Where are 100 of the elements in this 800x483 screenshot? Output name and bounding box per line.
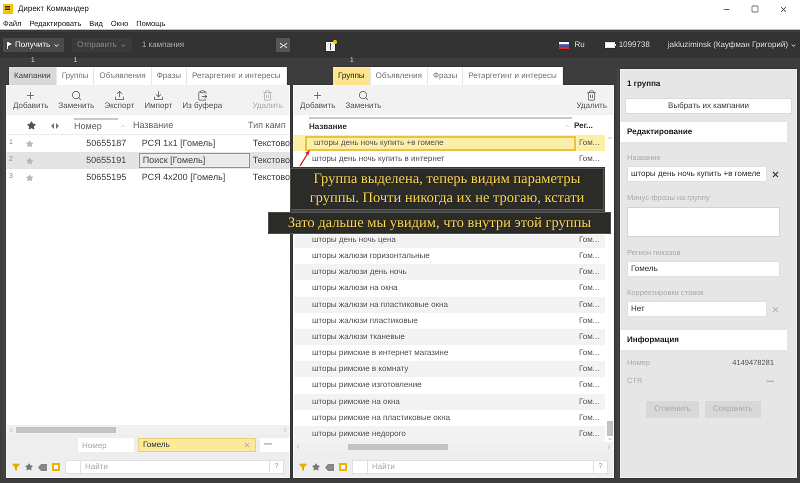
search-icon [358,90,369,100]
star-icon[interactable] [26,174,34,182]
scroll-thumb[interactable] [606,421,612,436]
vertical-scrollbar[interactable] [605,135,614,442]
toolbar-button[interactable]: Импорт [139,90,178,110]
table-cell: Гом... [579,137,600,150]
table-cell-text: Текстово [252,136,290,150]
caption-tooltip: Группа выделена, теперь видим параметры группы. Почти никогда их не трогаю, кстати [290,168,604,210]
table-cell-text: 50655195 [86,170,128,184]
tab[interactable]: Кампании [9,67,57,85]
tag-icon[interactable] [325,464,334,470]
tab[interactable]: Группы [56,67,94,85]
square-icon[interactable] [339,463,347,471]
toolbar-button[interactable]: Добавить [295,90,340,110]
scroll-left-icon[interactable] [295,444,301,450]
table-cell: Гом... [579,282,600,294]
filter-icon[interactable] [12,463,20,471]
table-cell-text: 50655191 [86,154,128,167]
tab[interactable]: Ретаргетинг и интересы [463,67,563,85]
trash-icon [586,90,598,100]
column-header[interactable]: Название [133,118,248,132]
table-cell: Гом... [579,363,600,376]
star-icon[interactable] [26,156,34,164]
table-cell: Гом... [579,234,600,246]
toolbar-button[interactable]: Экспорт [99,90,140,110]
plus-icon [312,90,324,100]
table-cell-text: Текстово [252,154,290,167]
scroll-up-icon[interactable] [606,135,612,141]
clipboard-icon [196,90,208,100]
scroll-right-icon[interactable] [606,444,612,450]
region-filter-field[interactable]: Гомель [138,438,256,452]
tag-icon[interactable] [38,464,47,470]
document-icon[interactable] [326,40,338,50]
input-field[interactable]: шторы день ночь купить +в гомеле [627,166,767,182]
table-cell-text: РСЯ 4x200 [Гомель] [140,170,226,184]
textarea-field[interactable] [627,206,780,236]
plus-icon [25,90,36,100]
table-row[interactable]: шторы римские на окна Гом... [293,394,605,410]
maximize-icon[interactable] [751,5,759,13]
column-header[interactable]: Номер [74,118,118,134]
close-icon[interactable] [779,4,788,14]
toolbar-button[interactable]: Заменить [340,90,386,110]
app-logo-icon [3,4,13,14]
filter-field[interactable]: — [260,438,290,452]
scroll-right-icon[interactable] [282,426,288,432]
table-row[interactable]: шторы римские недорого Гом... [293,426,605,442]
table-row[interactable]: шторы жалюзи тканевые Гом... [293,328,605,346]
tab[interactable]: Фразы [152,67,187,85]
table-row[interactable]: шторы жалюзи на пластиковые окна Гом... [293,296,605,313]
receive-button[interactable]: Получить [3,38,64,52]
star-icon[interactable] [312,463,320,471]
table-row[interactable]: шторы римские в комнату Гом... [293,361,605,378]
scroll-left-icon[interactable] [8,426,14,432]
table-cell: шторы день ночь купить +в гомеле [314,137,444,150]
toolbar-button[interactable]: Из буфера [177,90,228,110]
pointer-arrow [299,150,311,167]
number-filter-field[interactable]: Номер [78,438,134,452]
table-row[interactable]: шторы день ночь купить +в гомеле Гом... [293,135,605,152]
tab[interactable]: Объявления [94,67,152,85]
table-cell: шторы римские недорого [312,428,406,440]
tab[interactable]: Объявления [370,67,428,85]
input-field[interactable]: Гомель [627,260,780,277]
horizontal-scrollbar[interactable] [6,425,290,434]
column-header[interactable]: Рег... [574,120,593,132]
table-cell-text: Текстово [252,170,290,184]
user-menu[interactable]: jakluziminsk (Кауфман Григорий) [668,39,797,51]
column-header[interactable]: Тип камп [248,118,286,132]
table-row[interactable]: шторы жалюзи день ночь Гом... [293,264,605,280]
toolbar-button[interactable]: Удалить [571,90,612,110]
flag-icon [559,42,570,48]
filter-icon[interactable] [299,463,307,471]
table-cell: Гом... [579,266,600,278]
table-cell: шторы римские в интернет магазине [312,347,448,360]
tab[interactable]: Фразы [428,67,464,85]
star-icon[interactable] [25,463,33,471]
toolbar-button[interactable]: Заменить [53,90,100,110]
table-cell-text: РСЯ 1x1 [Гомель] [140,136,216,150]
table-cell: Гом... [579,379,600,392]
star-icon[interactable] [27,121,36,130]
scroll-down-icon[interactable] [606,436,612,442]
table-cell: шторы римские в комнату [312,363,408,376]
square-icon[interactable] [52,463,60,471]
flag-icon [7,42,12,48]
table-cell: шторы жалюзи тканевые [312,330,405,343]
table-cell: шторы день ночь купить в интернет [312,153,445,166]
table-cell: Поиск [Гомель] [138,153,250,168]
sort-arrows-icon[interactable] [50,122,60,130]
table-cell: шторы жалюзи горизонтальные [312,250,430,262]
star-icon[interactable] [26,140,34,148]
language-label[interactable]: Ru [574,39,585,51]
collapse-button[interactable] [276,38,290,52]
choose-campaigns-button[interactable]: Выбрать их кампании [625,98,792,114]
section-heading: Редактирование [620,122,787,142]
toolbar-button[interactable]: Добавить [8,90,54,110]
table-cell: шторы жалюзи на пластиковые окна [312,298,448,311]
tab[interactable]: Ретаргетинг и интересы [187,67,287,85]
input-field[interactable]: Нет [627,301,767,317]
tab[interactable]: Группы [333,67,371,85]
clear-icon[interactable] [771,170,780,179]
table-cell: Гом... [579,428,600,440]
